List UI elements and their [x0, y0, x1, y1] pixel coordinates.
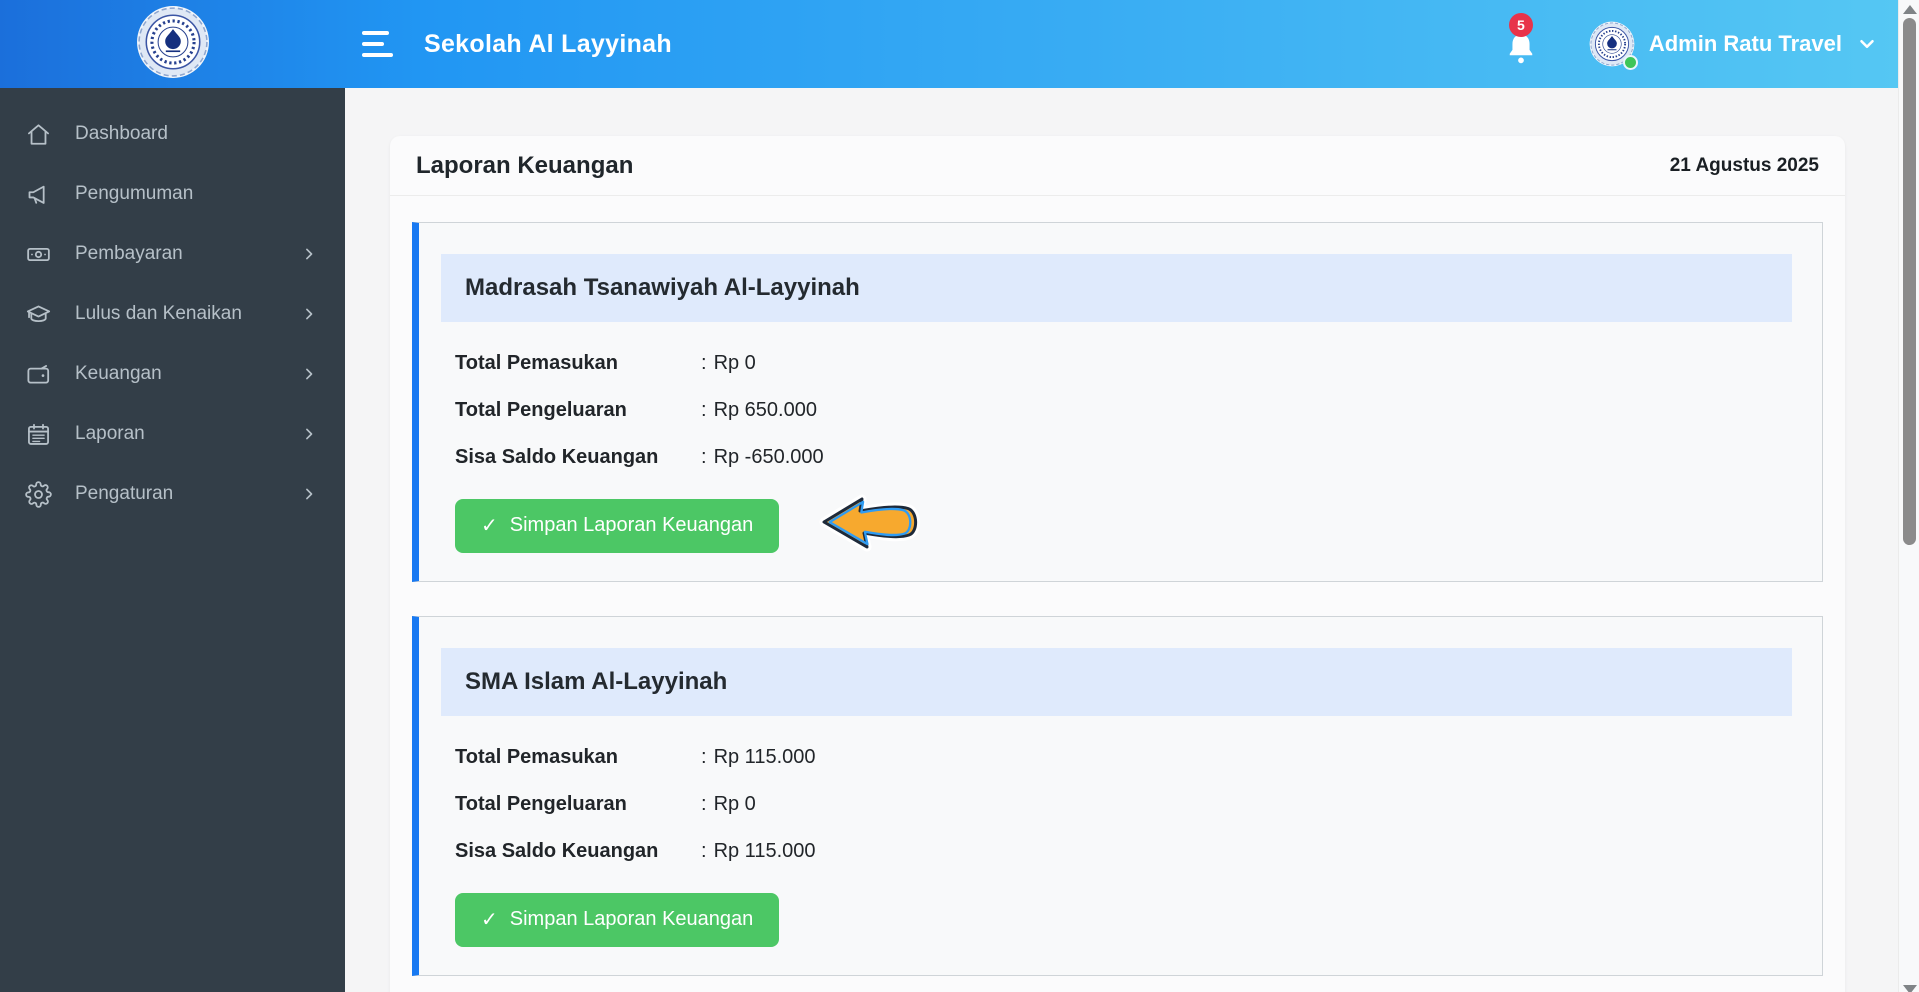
report-row: Total Pengeluaran: Rp 0 [455, 793, 1792, 816]
sidebar-item-pembayaran[interactable]: Pembayaran [0, 224, 345, 284]
hamburger-menu-icon[interactable] [360, 27, 400, 61]
row-separator: : [701, 793, 707, 815]
row-separator: : [701, 399, 707, 421]
avatar [1589, 21, 1638, 70]
school-banner: SMA Islam Al-Layyinah [441, 648, 1792, 716]
check-icon: ✓ [481, 515, 498, 537]
sidebar-item-label: Keuangan [75, 363, 162, 384]
row-label: Sisa Saldo Keuangan [455, 840, 659, 862]
chevron-right-icon [299, 244, 319, 264]
calendar-icon [25, 421, 52, 448]
report-row: Total Pengeluaran: Rp 650.000 [455, 399, 1792, 422]
scroll-up-arrow-icon[interactable] [1903, 5, 1917, 14]
chevron-right-icon [299, 484, 319, 504]
row-value: Rp 115.000 [713, 840, 816, 862]
sidebar-item-label: Pengaturan [75, 483, 174, 504]
pointer-arrow-annotation [819, 491, 923, 557]
sidebar-item-keuangan[interactable]: Keuangan [0, 344, 345, 404]
school-report-card: Madrasah Tsanawiyah Al-Layyinah Total Pe… [412, 222, 1823, 582]
user-menu[interactable]: Admin Ratu Travel [1589, 21, 1878, 70]
save-report-button[interactable]: ✓ Simpan Laporan Keuangan [455, 893, 780, 947]
row-value: Rp 0 [713, 793, 756, 815]
row-label: Sisa Saldo Keuangan [455, 446, 659, 468]
sidebar-item-pengumuman[interactable]: Pengumuman [0, 164, 345, 224]
report-row: Sisa Saldo Keuangan: Rp 115.000 [455, 840, 1792, 863]
row-separator: : [701, 840, 707, 862]
user-name: Admin Ratu Travel [1648, 31, 1842, 56]
sidebar-item-laporan[interactable]: Laporan [0, 404, 345, 464]
home-icon [25, 121, 52, 148]
sidebar-brand [0, 0, 345, 88]
panel-header: Laporan Keuangan 21 Agustus 2025 [390, 136, 1845, 196]
row-separator: : [701, 446, 707, 468]
sidebar-item-dashboard[interactable]: Dashboard [0, 104, 345, 164]
report-rows: Total Pemasukan: Rp 115.000 Total Pengelua… [455, 746, 1792, 863]
sidebar-item-label: Dashboard [75, 123, 168, 144]
notifications-button[interactable]: 5 [1503, 13, 1539, 71]
row-separator: : [701, 746, 707, 768]
vertical-scrollbar [1898, 0, 1919, 992]
online-status-dot [1622, 55, 1638, 70]
laporan-keuangan-panel: Laporan Keuangan 21 Agustus 2025 Madrasa… [390, 136, 1845, 992]
scroll-down-arrow-icon[interactable] [1903, 985, 1917, 992]
save-report-button-label: Simpan Laporan Keuangan [509, 908, 754, 930]
row-value: Rp 650.000 [713, 399, 817, 421]
sidebar-item-label: Pembayaran [75, 243, 183, 264]
row-separator: : [701, 352, 707, 374]
row-label: Total Pemasukan [455, 352, 619, 374]
report-row: Total Pemasukan: Rp 0 [455, 352, 1792, 375]
check-icon: ✓ [481, 909, 498, 931]
sidebar: Dashboard Pengumuman Pembayaran Lulus da… [0, 88, 345, 992]
sidebar-item-pengaturan[interactable]: Pengaturan [0, 464, 345, 524]
report-rows: Total Pemasukan: Rp 0 Total Pengeluaran: Rp… [455, 352, 1792, 469]
sidebar-menu: Dashboard Pengumuman Pembayaran Lulus da… [0, 104, 345, 524]
reports-list: Madrasah Tsanawiyah Al-Layyinah Total Pe… [390, 196, 1845, 992]
megaphone-icon [25, 181, 52, 208]
chevron-down-icon [1856, 33, 1878, 55]
row-label: Total Pengeluaran [455, 793, 627, 815]
chevron-right-icon [299, 364, 319, 384]
school-name: Madrasah Tsanawiyah Al-Layyinah [465, 274, 860, 301]
sidebar-item-label: Pengumuman [75, 183, 194, 204]
banknote-icon [25, 241, 52, 268]
save-report-button[interactable]: ✓ Simpan Laporan Keuangan [455, 499, 780, 553]
app-title: Sekolah Al Layyinah [424, 29, 672, 58]
sidebar-item-label: Laporan [75, 423, 145, 444]
gear-icon [25, 480, 52, 508]
notification-count-badge: 5 [1508, 13, 1533, 37]
top-bar: Sekolah Al Layyinah 5 Admin Ratu Travel [0, 0, 1898, 88]
row-label: Total Pengeluaran [455, 399, 627, 421]
sidebar-item-lulus-dan-kenaikan[interactable]: Lulus dan Kenaikan [0, 284, 345, 344]
report-date: 21 Agustus 2025 [1669, 155, 1819, 176]
main-content: Laporan Keuangan 21 Agustus 2025 Madrasa… [345, 88, 1898, 992]
school-banner: Madrasah Tsanawiyah Al-Layyinah [441, 254, 1792, 322]
graduation-cap-icon [25, 301, 52, 328]
save-report-button-label: Simpan Laporan Keuangan [509, 514, 754, 536]
school-report-card: SMA Islam Al-Layyinah Total Pemasukan: Rp… [412, 616, 1823, 976]
row-label: Total Pemasukan [455, 746, 619, 768]
report-row: Total Pemasukan: Rp 115.000 [455, 746, 1792, 769]
school-logo [136, 5, 210, 84]
scrollbar-thumb[interactable] [1903, 18, 1916, 545]
page-title: Laporan Keuangan [416, 152, 634, 179]
row-value: Rp -650.000 [713, 446, 824, 468]
topbar-right: 5 Admin Ratu Travel [1503, 13, 1898, 71]
chevron-right-icon [299, 424, 319, 444]
chevron-right-icon [299, 304, 319, 324]
sidebar-item-label: Lulus dan Kenaikan [75, 303, 242, 324]
row-value: Rp 0 [713, 352, 756, 374]
school-name: SMA Islam Al-Layyinah [465, 668, 728, 695]
report-row: Sisa Saldo Keuangan: Rp -650.000 [455, 446, 1792, 469]
row-value: Rp 115.000 [713, 746, 816, 768]
wallet-icon [25, 361, 52, 388]
